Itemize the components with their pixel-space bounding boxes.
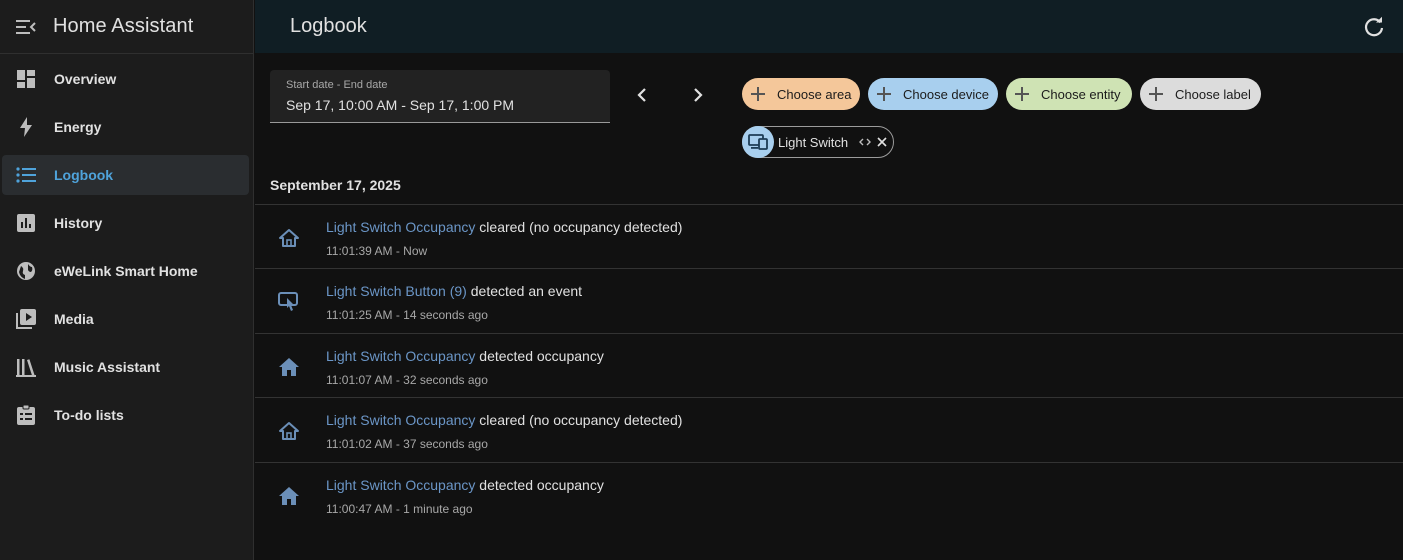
next-period-button[interactable] <box>685 84 711 110</box>
date-range-picker[interactable]: Start date - End date Sep 17, 10:00 AM -… <box>270 70 610 123</box>
sidebar-item-logbook[interactable]: Logbook <box>2 155 249 195</box>
lightning-bolt-icon <box>16 117 36 137</box>
sidebar: Home Assistant Overview Energy Logbook H… <box>0 0 254 560</box>
entry-time: 11:01:02 AM - 37 seconds ago <box>326 437 488 452</box>
format-list-bulleted-icon <box>16 165 36 185</box>
logbook-entry: Light Switch Button (9) detected an even… <box>255 268 1403 332</box>
sidebar-item-energy[interactable]: Energy <box>2 107 249 147</box>
entity-link[interactable]: Light Switch Button (9) <box>326 283 467 299</box>
sidebar-item-ewelink[interactable]: eWeLink Smart Home <box>2 251 249 291</box>
entity-link[interactable]: Light Switch Occupancy <box>326 348 475 364</box>
entity-link[interactable]: Light Switch Occupancy <box>326 412 475 428</box>
plus-icon <box>1149 87 1163 101</box>
web-icon <box>16 261 36 281</box>
selected-device-chip[interactable]: Light Switch <box>742 126 894 158</box>
logbook-entry: Light Switch Occupancy detected occupanc… <box>255 461 1403 526</box>
sidebar-header: Home Assistant <box>0 0 253 54</box>
sidebar-item-overview[interactable]: Overview <box>2 59 249 99</box>
entry-message: detected occupancy <box>479 476 604 493</box>
date-range-value: Sep 17, 10:00 AM - Sep 17, 1:00 PM <box>286 97 515 113</box>
sidebar-item-label: Overview <box>54 71 117 87</box>
unfold-icon[interactable] <box>858 135 872 149</box>
choose-area-chip[interactable]: Choose area <box>742 78 860 110</box>
entry-time: 11:01:39 AM - Now <box>326 244 428 258</box>
chart-box-icon <box>16 213 36 233</box>
chip-label: Choose area <box>777 86 852 102</box>
clipboard-list-icon <box>16 405 36 425</box>
entry-time: 11:01:25 AM - 14 seconds ago <box>326 308 488 323</box>
logbook-list: Light Switch Occupancy cleared (no occup… <box>255 204 1403 526</box>
entry-message: detected an event <box>470 283 583 300</box>
sidebar-item-label: Media <box>54 311 94 327</box>
sidebar-title: Home Assistant <box>53 15 194 37</box>
top-bar: Logbook <box>255 0 1403 53</box>
sidebar-item-media[interactable]: Media <box>2 299 249 339</box>
sidebar-item-todo[interactable]: To-do lists <box>2 395 249 435</box>
chevron-left-icon <box>637 87 647 108</box>
refresh-icon[interactable] <box>1363 16 1385 38</box>
entry-time: 11:01:07 AM - 32 seconds ago <box>326 372 488 387</box>
choose-device-chip[interactable]: Choose device <box>868 78 998 110</box>
chevron-right-icon <box>693 87 703 108</box>
entity-link[interactable]: Light Switch Occupancy <box>326 219 475 235</box>
sidebar-item-music-assistant[interactable]: Music Assistant <box>2 347 249 387</box>
logbook-entry: Light Switch Occupancy detected occupanc… <box>255 332 1403 397</box>
sidebar-item-label: To-do lists <box>54 407 124 423</box>
plus-icon <box>877 87 891 101</box>
close-icon[interactable] <box>875 135 889 149</box>
gesture-tap-button-icon <box>278 291 300 313</box>
choose-label-chip[interactable]: Choose label <box>1140 78 1261 110</box>
entity-link[interactable]: Light Switch Occupancy <box>326 477 475 493</box>
sidebar-item-label: Music Assistant <box>54 359 161 375</box>
entry-message: detected occupancy <box>479 347 604 364</box>
play-box-multiple-icon <box>16 309 36 329</box>
entry-time: 11:00:47 AM - 1 minute ago <box>326 501 473 516</box>
view-dashboard-icon <box>16 69 36 89</box>
sidebar-item-label: Logbook <box>54 167 114 183</box>
home-outline-icon <box>278 227 300 249</box>
menu-icon[interactable] <box>16 17 36 37</box>
sidebar-item-history[interactable]: History <box>2 203 249 243</box>
logbook-entry: Light Switch Occupancy cleared (no occup… <box>255 397 1403 461</box>
choose-entity-chip[interactable]: Choose entity <box>1006 78 1132 110</box>
home-outline-icon <box>278 420 300 442</box>
sidebar-item-label: eWeLink Smart Home <box>54 263 198 279</box>
sidebar-nav: Overview Energy Logbook History eWeLink … <box>0 54 253 435</box>
previous-period-button[interactable] <box>629 84 655 110</box>
library-icon <box>16 357 36 377</box>
chip-label: Choose entity <box>1041 86 1121 102</box>
sidebar-item-label: Energy <box>54 119 102 135</box>
devices-icon <box>742 126 774 158</box>
entry-message: cleared (no occupancy detected) <box>479 219 683 235</box>
plus-icon <box>1015 87 1029 101</box>
entry-message: cleared (no occupancy detected) <box>479 412 683 429</box>
date-range-label: Start date - End date <box>286 79 388 91</box>
home-icon <box>278 356 300 378</box>
selected-device-label: Light Switch <box>778 134 849 150</box>
chip-label: Choose device <box>903 86 989 102</box>
page-title: Logbook <box>290 15 367 37</box>
home-icon <box>278 485 300 507</box>
plus-icon <box>751 87 765 101</box>
sidebar-item-label: History <box>54 215 103 231</box>
logbook-entry: Light Switch Occupancy cleared (no occup… <box>255 204 1403 268</box>
date-heading: September 17, 2025 <box>270 177 401 193</box>
chip-label: Choose label <box>1175 86 1251 102</box>
